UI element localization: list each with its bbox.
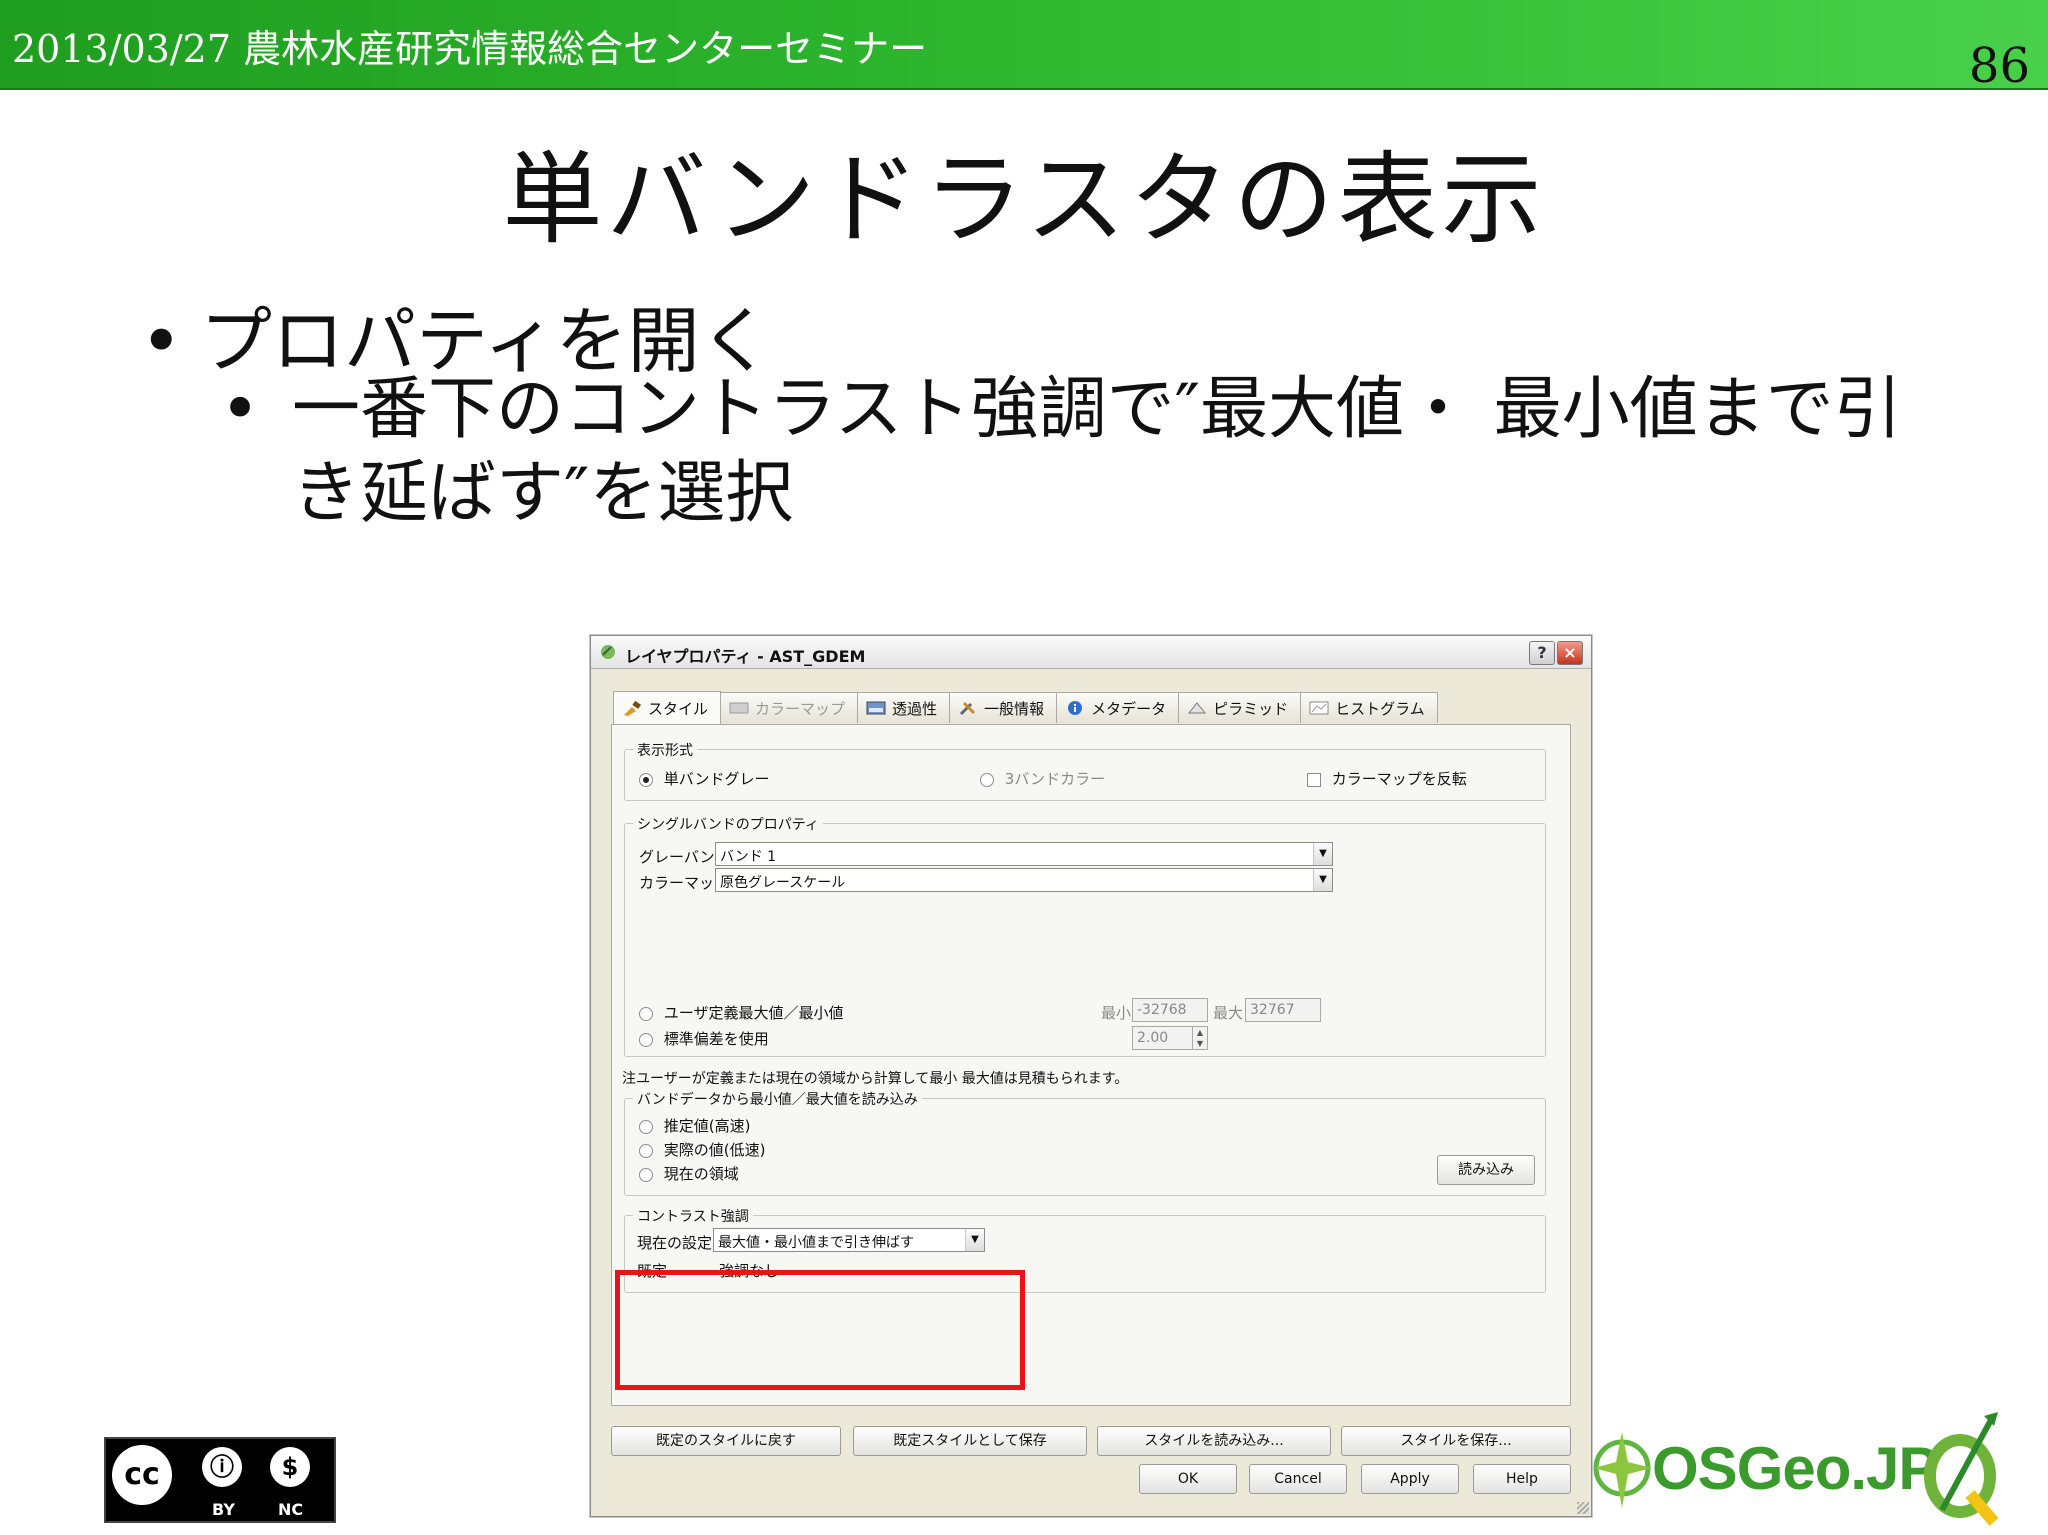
tab-pyramids[interactable]: ピラミッド	[1178, 692, 1302, 723]
display-mode-group: 表示形式 単バンドグレー 3バンドカラー カラーマップを反転	[624, 740, 1546, 801]
close-title-button[interactable]: ×	[1557, 641, 1583, 665]
dialog-title: レイヤプロパティ - AST_GDEM	[625, 647, 866, 666]
cancel-button[interactable]: Cancel	[1249, 1464, 1347, 1494]
tools-icon	[959, 701, 976, 716]
std-dev-spinbox[interactable]: 2.00 ▲ ▼	[1132, 1026, 1208, 1050]
single-band-gray-radio[interactable]: 単バンドグレー	[639, 768, 770, 789]
cc-by-label: BY	[212, 1500, 235, 1519]
display-mode-label: 表示形式	[633, 740, 697, 760]
tab-style[interactable]: スタイル	[613, 691, 722, 725]
load-minmax-label: バンドデータから最小値／最大値を読み込み	[633, 1089, 922, 1109]
max-value-field[interactable]: 32767	[1245, 998, 1321, 1022]
max-label: 最大	[1213, 1004, 1244, 1022]
bullet-2: • 一番下のコントラスト強調で″最大値・ 最小値まで引き延ばす″を選択	[220, 368, 1920, 536]
by-icon: ⓘ	[202, 1447, 242, 1487]
help-button[interactable]: Help	[1473, 1464, 1571, 1494]
bullet-2-text: 一番下のコントラスト強調で″最大値・ 最小値まで引き延ばす″を選択	[292, 370, 1902, 533]
three-band-color-radio[interactable]: 3バンドカラー	[980, 768, 1105, 789]
page-number: 86	[1968, 38, 2030, 94]
transparency-icon	[866, 701, 886, 715]
cc-by-nc-badge: cc ⓘ $ BY NC	[104, 1437, 336, 1523]
load-button[interactable]: 読み込み	[1437, 1155, 1535, 1185]
restore-default-style-button[interactable]: 既定のスタイルに戻す	[611, 1426, 841, 1456]
single-band-properties-label: シングルバンドのプロパティ	[633, 814, 823, 834]
gray-band-select[interactable]: バンド 1 ▼	[715, 842, 1333, 866]
bullet-dot: •	[220, 370, 261, 449]
min-value-field[interactable]: -32768	[1132, 998, 1208, 1022]
contrast-highlight-box	[615, 1270, 1025, 1390]
contrast-enhancement-label: コントラスト強調	[633, 1206, 753, 1226]
radio-on	[639, 772, 653, 787]
load-minmax-group: バンドデータから最小値／最大値を読み込み 推定値(高速) 実際の値(低速) 現在…	[624, 1089, 1546, 1196]
std-dev-radio[interactable]: 標準偏差を使用	[639, 1028, 769, 1049]
minmax-note: 注ユーザーが定義または現在の領域から計算して最小 最大値は見積もられます。	[622, 1071, 1129, 1087]
bullet-dot: •	[140, 299, 183, 383]
tab-metadata[interactable]: メタデータ	[1056, 692, 1180, 723]
dialog-titlebar[interactable]: レイヤプロパティ - AST_GDEM ? ×	[591, 636, 1591, 669]
invert-colormap-checkbox[interactable]: カラーマップを反転	[1307, 768, 1467, 789]
cc-nc-label: NC	[278, 1500, 304, 1519]
current-extent-radio[interactable]: 現在の領域	[639, 1163, 739, 1184]
save-as-default-button[interactable]: 既定スタイルとして保存	[853, 1426, 1087, 1456]
chevron-down-icon: ▼	[1313, 869, 1332, 891]
slide-header-bar: 2013/03/27 農林水産研究情報総合センターセミナー	[0, 0, 2048, 90]
qgis-app-icon	[601, 645, 615, 659]
cc-logo-icon: cc	[112, 1445, 172, 1505]
chevron-down-icon: ▼	[1313, 843, 1332, 865]
osgeo-jp-text: OSGeo.JP	[1652, 1435, 1938, 1502]
tab-histogram[interactable]: ヒストグラム	[1300, 692, 1438, 723]
pyramid-icon	[1188, 702, 1207, 714]
ok-button[interactable]: OK	[1139, 1464, 1237, 1494]
checkbox-box	[1307, 772, 1321, 787]
tab-colormap[interactable]: カラーマップ	[720, 692, 859, 723]
help-title-button[interactable]: ?	[1529, 641, 1555, 665]
min-label: 最小	[1101, 1004, 1132, 1022]
user-minmax-radio[interactable]: ユーザ定義最大値／最小値	[639, 1002, 843, 1023]
info-icon	[1068, 701, 1083, 715]
tab-general[interactable]: 一般情報	[949, 692, 1058, 723]
tab-bar: スタイル カラーマップ 透過性 一般情報 メタデータ ピラミッド ヒストグラム	[613, 691, 1438, 725]
radio-off	[980, 772, 994, 787]
contrast-select[interactable]: 最大値・最小値まで引き伸ばす ▼	[713, 1228, 985, 1252]
nc-icon: $	[270, 1447, 310, 1487]
osgeo-jp-logo: OSGeo.JP	[1590, 1414, 1938, 1524]
slide-title: 単バンドラスタの表示	[502, 141, 1546, 258]
tab-transparency[interactable]: 透過性	[857, 692, 951, 723]
apply-button[interactable]: Apply	[1361, 1464, 1459, 1494]
chevron-down-icon: ▼	[965, 1229, 984, 1251]
osgeo-star-icon	[1593, 1432, 1652, 1508]
estimate-radio[interactable]: 推定値(高速)	[639, 1115, 751, 1136]
load-style-button[interactable]: スタイルを読み込み...	[1097, 1426, 1331, 1456]
single-band-properties-group: シングルバンドのプロパティ グレーバンド バンド 1 ▼ カラーマップ 原色グレ…	[624, 814, 1546, 1057]
histogram-icon	[1309, 701, 1329, 715]
current-setting-label: 現在の設定	[637, 1234, 713, 1252]
actual-values-radio[interactable]: 実際の値(低速)	[639, 1139, 766, 1160]
save-style-button[interactable]: スタイルを保存...	[1341, 1426, 1571, 1456]
resize-grip-icon[interactable]	[1577, 1502, 1589, 1514]
color-map-select[interactable]: 原色グレースケール ▼	[715, 868, 1333, 892]
header-text: 2013/03/27 農林水産研究情報総合センターセミナー	[12, 27, 928, 71]
colormap-icon	[729, 702, 749, 714]
brush-icon	[624, 700, 641, 716]
spin-arrows-icon[interactable]: ▲ ▼	[1192, 1027, 1207, 1049]
qgis-logo-icon	[1924, 1412, 1999, 1526]
